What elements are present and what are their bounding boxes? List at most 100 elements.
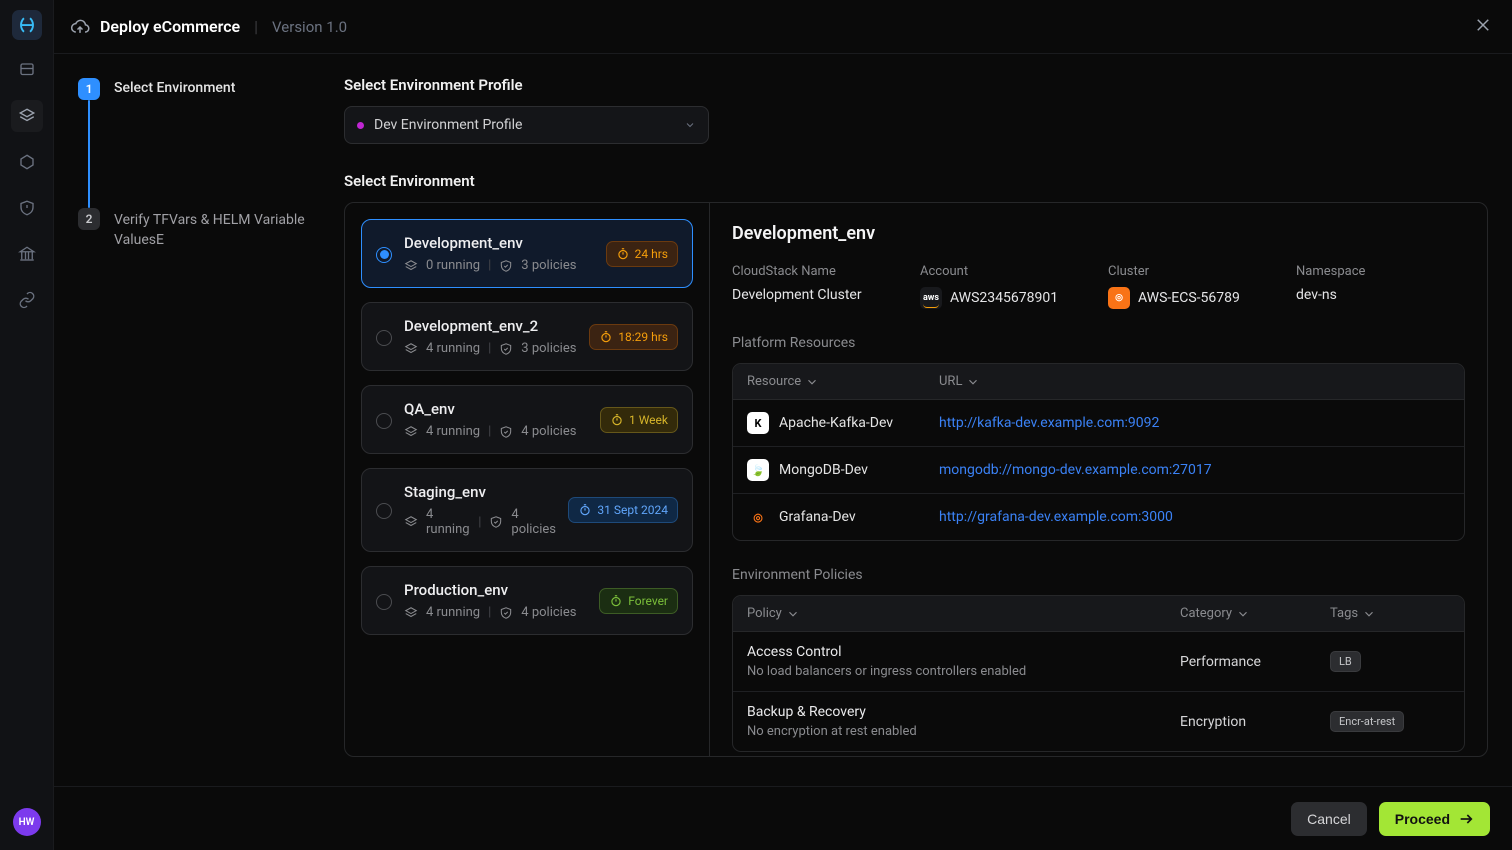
env-name: Staging_env — [404, 483, 556, 501]
policy-tag: LB — [1330, 651, 1361, 672]
policy-row: Access Control No load balancers or ingre… — [733, 632, 1464, 692]
meta-cloudstack: CloudStack Name Development Cluster — [732, 264, 872, 309]
env-running: 4 running — [426, 424, 480, 439]
chevron-down-icon — [1362, 607, 1376, 621]
stack-icon — [404, 259, 418, 273]
step-2-badge: 2 — [78, 208, 100, 230]
resources-label: Platform Resources — [732, 335, 1465, 351]
wizard-stepper: 1 Select Environment 2 Verify TFVars & H… — [54, 54, 344, 786]
ecs-icon: ◎ — [1108, 287, 1130, 309]
timer-icon — [578, 503, 592, 517]
env-name: QA_env — [404, 400, 588, 418]
content: Select Environment Profile Dev Environme… — [344, 54, 1512, 786]
th-policy[interactable]: Policy — [747, 606, 1180, 621]
radio[interactable] — [376, 247, 392, 263]
env-running: 4 running — [426, 341, 480, 356]
policy-category: Encryption — [1180, 714, 1330, 730]
page-version: Version 1.0 — [272, 18, 347, 36]
mongo-icon: 🍃 — [747, 459, 769, 481]
aws-icon: aws — [920, 287, 942, 309]
env-policies: 3 policies — [521, 258, 576, 273]
chevron-down-icon — [684, 119, 696, 131]
close-button[interactable] — [1470, 12, 1496, 42]
radio[interactable] — [376, 594, 392, 610]
resource-url[interactable]: http://kafka-dev.example.com:9092 — [939, 415, 1159, 431]
stack-icon — [404, 606, 418, 620]
shield-check-icon — [489, 515, 503, 529]
policy-name: Access Control — [747, 644, 1180, 660]
policy-name: Backup & Recovery — [747, 704, 1180, 720]
ttl-chip: Forever — [599, 588, 678, 614]
env-running: 0 running — [426, 258, 480, 273]
chevron-down-icon — [786, 607, 800, 621]
step-2-label: Verify TFVars & HELM Variable ValuesE — [114, 208, 326, 251]
rail-icon-hexagon[interactable] — [11, 146, 43, 178]
app-logo[interactable] — [12, 10, 42, 40]
shield-check-icon — [499, 259, 513, 273]
env-running: 4 running — [426, 605, 480, 620]
chevron-down-icon — [805, 375, 819, 389]
profile-select-value: Dev Environment Profile — [374, 117, 674, 133]
env-policies: 4 policies — [521, 424, 576, 439]
proceed-button[interactable]: Proceed — [1379, 802, 1490, 836]
radio[interactable] — [376, 413, 392, 429]
environment-card[interactable]: QA_env4 running|4 policies1 Week — [361, 385, 693, 454]
step-2[interactable]: 2 Verify TFVars & HELM Variable ValuesE — [78, 208, 326, 251]
environment-card[interactable]: Staging_env4 running|4 policies31 Sept 2… — [361, 468, 693, 552]
th-category[interactable]: Category — [1180, 606, 1330, 621]
th-url[interactable]: URL — [939, 374, 1450, 389]
meta-cluster: Cluster ◎ AWS-ECS-56789 — [1108, 264, 1248, 309]
resource-name: MongoDB-Dev — [779, 462, 868, 478]
policy-tag: Encr-at-rest — [1330, 711, 1404, 732]
profile-select[interactable]: Dev Environment Profile — [344, 106, 709, 144]
shield-check-icon — [499, 606, 513, 620]
env-detail-title: Development_env — [732, 223, 1465, 244]
environment-card[interactable]: Development_env_24 running|3 policies18:… — [361, 302, 693, 371]
env-section-label: Select Environment — [344, 172, 1488, 190]
policies-label: Environment Policies — [732, 567, 1465, 583]
rail-icon-link[interactable] — [11, 284, 43, 316]
step-1[interactable]: 1 Select Environment — [78, 78, 326, 100]
resource-url[interactable]: http://grafana-dev.example.com:3000 — [939, 509, 1173, 525]
rail-icon-shield[interactable] — [11, 192, 43, 224]
radio[interactable] — [376, 330, 392, 346]
env-name: Production_env — [404, 581, 587, 599]
chevron-down-icon — [1236, 607, 1250, 621]
resource-url[interactable]: mongodb://mongo-dev.example.com:27017 — [939, 462, 1212, 478]
stack-icon — [404, 342, 418, 356]
chevron-down-icon — [966, 375, 980, 389]
cancel-button[interactable]: Cancel — [1291, 802, 1367, 836]
kafka-icon: K — [747, 412, 769, 434]
profile-dot-icon — [357, 122, 364, 129]
step-1-badge: 1 — [78, 78, 100, 100]
resources-table: Resource URL K Apache-Kafka-Dev http://kaf… — [732, 363, 1465, 541]
environment-details: Development_env CloudStack Name Developm… — [710, 203, 1487, 756]
resource-name: Grafana-Dev — [779, 509, 856, 525]
policy-row: Backup & Recovery No encryption at rest e… — [733, 692, 1464, 751]
environment-list: Development_env0 running|3 policies24 hr… — [345, 203, 710, 756]
env-policies: 3 policies — [521, 341, 576, 356]
arrow-right-icon — [1458, 811, 1474, 827]
environment-card[interactable]: Development_env0 running|3 policies24 hr… — [361, 219, 693, 288]
timer-icon — [609, 594, 623, 608]
stack-icon — [404, 425, 418, 439]
timer-icon — [610, 413, 624, 427]
stack-icon — [404, 515, 418, 529]
rail-icon-dashboard[interactable] — [11, 54, 43, 86]
th-resource[interactable]: Resource — [747, 374, 939, 389]
policy-category: Performance — [1180, 654, 1330, 670]
radio[interactable] — [376, 503, 392, 519]
policies-table: Policy Category Tags — [732, 595, 1465, 752]
meta-account: Account aws AWS2345678901 — [920, 264, 1060, 309]
rail-icon-bank[interactable] — [11, 238, 43, 270]
meta-namespace: Namespace dev-ns — [1296, 264, 1436, 309]
cloud-upload-icon — [70, 17, 90, 37]
resource-name: Apache-Kafka-Dev — [779, 415, 893, 431]
policy-desc: No encryption at rest enabled — [747, 724, 1180, 739]
th-tags[interactable]: Tags — [1330, 606, 1450, 621]
user-avatar[interactable]: HW — [13, 808, 41, 836]
policy-desc: No load balancers or ingress controllers… — [747, 664, 1180, 679]
rail-icon-layers[interactable] — [11, 100, 43, 132]
env-name: Development_env_2 — [404, 317, 577, 335]
environment-card[interactable]: Production_env4 running|4 policiesForeve… — [361, 566, 693, 635]
